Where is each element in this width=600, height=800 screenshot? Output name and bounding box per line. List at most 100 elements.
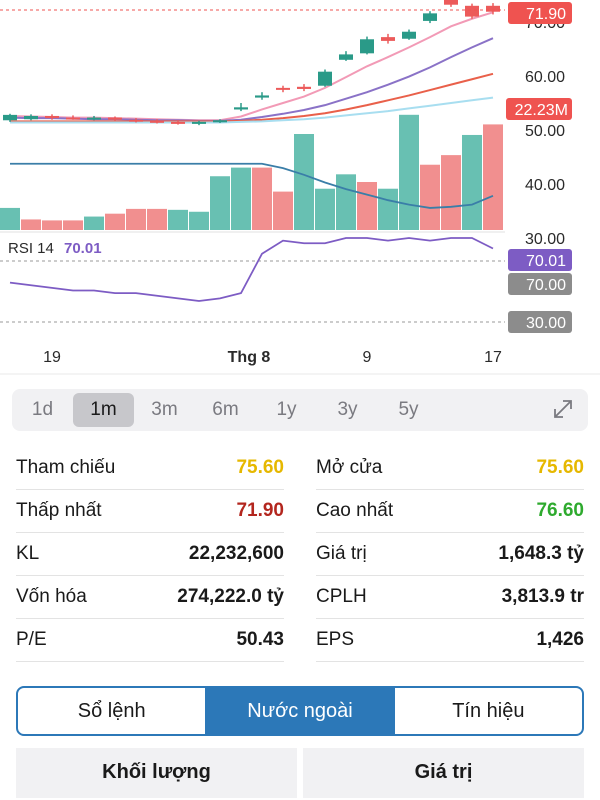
- candle-body: [213, 120, 227, 123]
- price-chart[interactable]: 70.00 60.00 50.00 40.00 30.00 71.90 22.23M RSI …: [0, 0, 600, 375]
- expand-icon[interactable]: [552, 398, 574, 420]
- volume-bar: [273, 191, 293, 230]
- volume-bar: [84, 216, 104, 230]
- x-axis-label: Thg 8: [228, 349, 271, 366]
- volume-header-button[interactable]: Khối lượng: [16, 748, 297, 798]
- rsi-tag-value: 70.00: [526, 277, 566, 294]
- volume-bar: [63, 220, 83, 230]
- rsi-value: 70.01: [64, 240, 102, 257]
- candle-body: [360, 39, 374, 54]
- volume-bar: [210, 176, 230, 230]
- volume-bar: [147, 208, 167, 230]
- volume-bar: [315, 188, 335, 230]
- x-axis-label: 19: [43, 349, 61, 366]
- stat-label: Giá trị: [316, 543, 367, 564]
- stat-value: 1,426: [536, 629, 584, 650]
- stat-label: CPLH: [316, 586, 367, 607]
- stat-row-pe: P/E 50.43: [16, 619, 284, 662]
- candle-body: [297, 86, 311, 89]
- stat-value: 71.90: [236, 500, 284, 521]
- timeframe-1y[interactable]: 1y: [256, 393, 317, 427]
- stat-row-open: Mở cửa 75.60: [316, 447, 584, 490]
- candle-body: [129, 119, 143, 122]
- candle-body: [87, 117, 101, 120]
- volume-bar: [21, 219, 41, 230]
- stat-label: Thấp nhất: [16, 500, 102, 521]
- volume-bar: [0, 207, 20, 230]
- candle-body: [444, 0, 458, 5]
- ma-line: [9, 37, 494, 122]
- rsi-label: RSI 14: [8, 240, 54, 257]
- candle-body: [234, 107, 248, 110]
- stat-row-reference: Tham chiếu 75.60: [16, 447, 284, 490]
- value-header-button[interactable]: Giá trị: [303, 748, 584, 798]
- candle-body: [381, 37, 395, 41]
- timeframe-selector: 1d 1m 3m 6m 1y 3y 5y: [12, 389, 588, 431]
- stat-label: KL: [16, 543, 40, 564]
- stat-row-market-cap: Vốn hóa 274,222.0 tỷ: [16, 576, 284, 619]
- tab-order-book[interactable]: Sổ lệnh: [18, 688, 205, 734]
- stat-row-shares-outstanding: CPLH 3,813.9 tr: [316, 576, 584, 619]
- stat-row-eps: EPS 1,426: [316, 619, 584, 662]
- volume-bar: [231, 167, 251, 230]
- candle-body: [318, 71, 332, 86]
- timeframe-5y[interactable]: 5y: [378, 393, 439, 427]
- candle-body: [171, 121, 185, 124]
- tab-foreign[interactable]: Nước ngoài: [205, 688, 394, 734]
- candle-body: [192, 121, 206, 124]
- price-axis-label: 60.00: [525, 69, 565, 86]
- stat-value: 22,232,600: [188, 543, 284, 564]
- stat-value: 76.60: [536, 500, 584, 521]
- candle-body: [66, 117, 80, 120]
- stat-row-value: Giá trị 1,648.3 tỷ: [316, 533, 584, 576]
- stat-value: 50.43: [236, 629, 284, 650]
- timeframe-6m[interactable]: 6m: [195, 393, 256, 427]
- stat-value: 1,648.3 tỷ: [498, 543, 584, 564]
- timeframe-1d[interactable]: 1d: [12, 393, 73, 427]
- volume-bar: [378, 188, 398, 230]
- candle-body: [423, 13, 437, 21]
- candle-body: [402, 31, 416, 39]
- stat-value: 274,222.0 tỷ: [177, 586, 284, 607]
- stat-row-volume: KL 22,232,600: [16, 533, 284, 576]
- volume-bar: [294, 134, 314, 230]
- last-price-value: 71.90: [526, 6, 566, 23]
- candle-body: [150, 120, 164, 123]
- info-tabs: Sổ lệnh Nước ngoài Tín hiệu: [16, 686, 584, 736]
- chart-canvas[interactable]: 70.00 60.00 50.00 40.00 30.00 71.90 22.23M RSI …: [0, 0, 600, 375]
- candle-body: [276, 87, 290, 90]
- timeframe-3m[interactable]: 3m: [134, 393, 195, 427]
- tab-signals[interactable]: Tín hiệu: [393, 688, 582, 734]
- price-axis-label: 30.00: [525, 231, 565, 248]
- ma-line: [9, 11, 494, 122]
- volume-bar: [399, 114, 419, 230]
- ma-line: [10, 72, 494, 123]
- volume-bar: [441, 155, 461, 230]
- price-axis-label: 40.00: [525, 177, 565, 194]
- candle-body: [339, 54, 353, 60]
- candle-body: [486, 5, 500, 12]
- volume-bar: [189, 211, 209, 230]
- x-axis-label: 9: [363, 349, 372, 366]
- stat-label: EPS: [316, 629, 355, 650]
- rsi-tag-value: 30.00: [526, 315, 566, 332]
- candle-body: [255, 95, 269, 98]
- volume-bar: [252, 167, 272, 230]
- volume-bar: [462, 134, 482, 230]
- price-axis-label: 50.00: [525, 123, 565, 140]
- timeframe-1m[interactable]: 1m: [73, 393, 134, 427]
- rsi-tag-value: 70.01: [526, 253, 566, 270]
- volume-bar: [336, 174, 356, 230]
- volume-bar: [483, 124, 503, 230]
- timeframe-3y[interactable]: 3y: [317, 393, 378, 427]
- stat-value: 75.60: [236, 457, 284, 478]
- stat-label: P/E: [16, 629, 47, 650]
- stat-row-low: Thấp nhất 71.90: [16, 490, 284, 533]
- stat-label: Tham chiếu: [16, 457, 116, 478]
- stat-row-high: Cao nhất 76.60: [316, 490, 584, 533]
- volume-bar: [42, 220, 62, 230]
- stat-label: Vốn hóa: [16, 586, 87, 607]
- candle-body: [465, 5, 479, 17]
- candle-body: [108, 117, 122, 120]
- volume-bar: [357, 182, 377, 230]
